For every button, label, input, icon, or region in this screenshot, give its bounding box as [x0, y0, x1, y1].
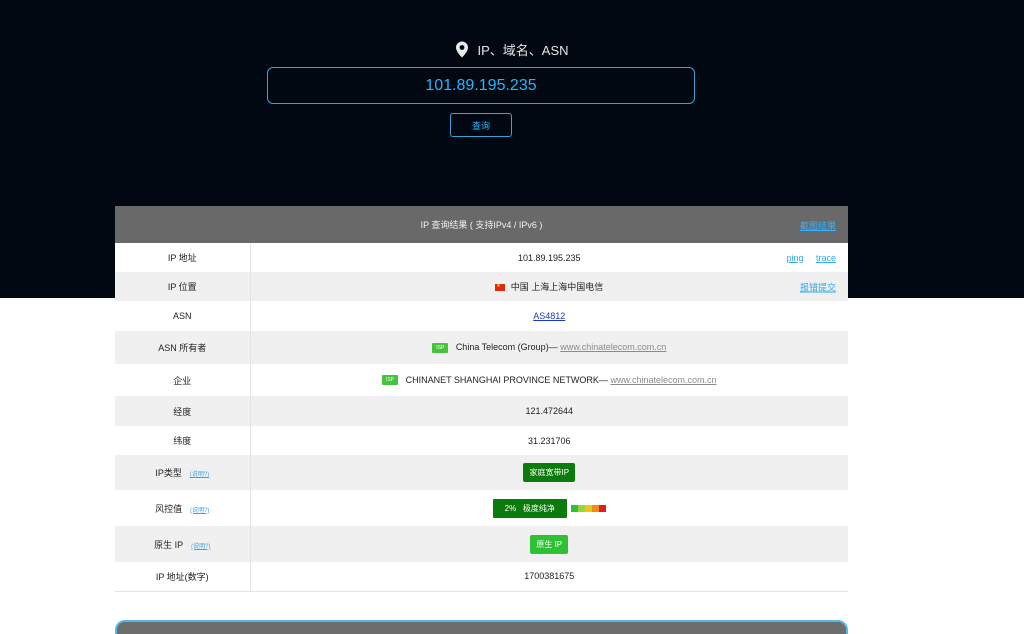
risk-scale-bar — [570, 504, 606, 512]
ip-numeric-value: 1700381675 — [524, 571, 575, 582]
asn-label: ASN — [115, 301, 251, 331]
native-ip-badge: 原生 IP — [530, 534, 569, 554]
native-ip-label-cell: 原生 IP (说明?) — [115, 526, 251, 562]
native-ip-help-link[interactable]: (说明?) — [191, 544, 210, 550]
company-site-link[interactable]: www.chinatelecom.com.cn — [610, 375, 716, 385]
asn-owner-name: China Telecom (Group)— — [455, 342, 558, 353]
risk-scale-segment — [577, 504, 585, 512]
isp-badge: ISP — [432, 342, 449, 353]
report-links: 报错提交 — [790, 280, 836, 293]
native-ip-cell: 原生 IP — [250, 526, 848, 562]
risk-scale-segment — [598, 504, 606, 512]
isp-badge: ISP — [382, 375, 399, 386]
table-row: ASN 所有者 ISP China Telecom (Group)— www.c… — [115, 331, 848, 364]
company-cell: ISP CHINANET SHANGHAI PROVINCE NETWORK— … — [250, 364, 848, 396]
risk-help-link[interactable]: (说明?) — [190, 508, 209, 514]
ip-type-help-link[interactable]: (说明?) — [190, 472, 209, 478]
asn-owner-site-link[interactable]: www.chinatelecom.com.cn — [560, 342, 666, 352]
table-row: IP 位置 中国 上海上海中国电信 报错提交 — [115, 272, 848, 301]
result-table: IP 地址 101.89.195.235 ping trace IP 位置 中国… — [115, 243, 848, 592]
table-row: IP 地址 101.89.195.235 ping trace — [115, 243, 848, 272]
ip-location-cell: 中国 上海上海中国电信 报错提交 — [250, 272, 848, 301]
china-flag-icon — [495, 284, 506, 292]
search-input[interactable] — [267, 67, 695, 104]
table-row: 风控值 (说明?) 2% 极度纯净 — [115, 490, 848, 526]
risk-indicator: 2% 极度纯净 — [492, 498, 606, 518]
table-row: 企业 ISP CHINANET SHANGHAI PROVINCE NETWOR… — [115, 364, 848, 396]
next-panel — [115, 620, 848, 634]
native-ip-label: 原生 IP — [154, 539, 184, 550]
ip-address-value: 101.89.195.235 — [517, 252, 581, 263]
result-title: IP 查询结果 ( 支持IPv4 / IPv6 ) — [420, 220, 543, 230]
ip-numeric-label: IP 地址(数字) — [115, 562, 251, 591]
query-button[interactable]: 查询 — [450, 113, 512, 137]
ping-link[interactable]: ping — [786, 253, 803, 263]
risk-scale-segment — [584, 504, 592, 512]
result-panel: IP 查询结果 ( 支持IPv4 / IPv6 ) 截图结果 IP 地址 101… — [115, 206, 848, 592]
search-label: IP、域名、ASN — [0, 40, 1024, 59]
ip-address-label: IP 地址 — [115, 243, 251, 272]
asn-link[interactable]: AS4812 — [533, 311, 565, 321]
longitude-value: 121.472644 — [525, 406, 574, 416]
asn-cell: AS4812 — [250, 301, 848, 331]
latitude-value: 31.231706 — [527, 435, 571, 446]
latitude-label: 纬度 — [115, 426, 251, 455]
table-row: IP类型 (说明?) 家庭宽带IP — [115, 455, 848, 490]
trace-link[interactable]: trace — [816, 253, 836, 263]
company-name: CHINANET SHANGHAI PROVINCE NETWORK— — [405, 374, 608, 385]
ip-type-label: IP类型 — [155, 468, 182, 478]
risk-label: 风控值 — [155, 503, 183, 514]
search-label-text: IP、域名、ASN — [477, 43, 569, 58]
ip-address-cell: 101.89.195.235 ping trace — [250, 243, 848, 272]
table-row: ASN AS4812 — [115, 301, 848, 331]
location-pin-icon — [455, 41, 469, 58]
ip-type-cell: 家庭宽带IP — [250, 455, 848, 490]
screenshot-link[interactable]: 截图结果 — [800, 219, 836, 232]
longitude-label: 经度 — [115, 396, 251, 426]
table-row: IP 地址(数字) 1700381675 — [115, 562, 848, 591]
ip-type-badge: 家庭宽带IP — [523, 463, 576, 482]
risk-label-cell: 风控值 (说明?) — [115, 490, 251, 526]
ip-type-label-cell: IP类型 (说明?) — [115, 455, 251, 490]
company-label: 企业 — [115, 364, 251, 396]
asn-owner-label: ASN 所有者 — [115, 331, 251, 364]
risk-cell: 2% 极度纯净 — [250, 490, 848, 526]
ip-location-value: 中国 上海上海中国电信 — [510, 282, 604, 292]
risk-badge: 2% 极度纯净 — [492, 498, 567, 518]
asn-owner-cell: ISP China Telecom (Group)— www.chinatele… — [250, 331, 848, 364]
result-header: IP 查询结果 ( 支持IPv4 / IPv6 ) 截图结果 — [115, 206, 848, 243]
table-row: 经度 121.472644 — [115, 396, 848, 426]
ip-location-label: IP 位置 — [115, 272, 251, 301]
table-row: 原生 IP (说明?) 原生 IP — [115, 526, 848, 562]
report-error-link[interactable]: 报错提交 — [800, 282, 836, 292]
table-row: 纬度 31.231706 — [115, 426, 848, 455]
ip-tools: ping trace — [776, 253, 836, 263]
risk-scale-segment — [570, 504, 578, 512]
risk-scale-segment — [591, 504, 599, 512]
